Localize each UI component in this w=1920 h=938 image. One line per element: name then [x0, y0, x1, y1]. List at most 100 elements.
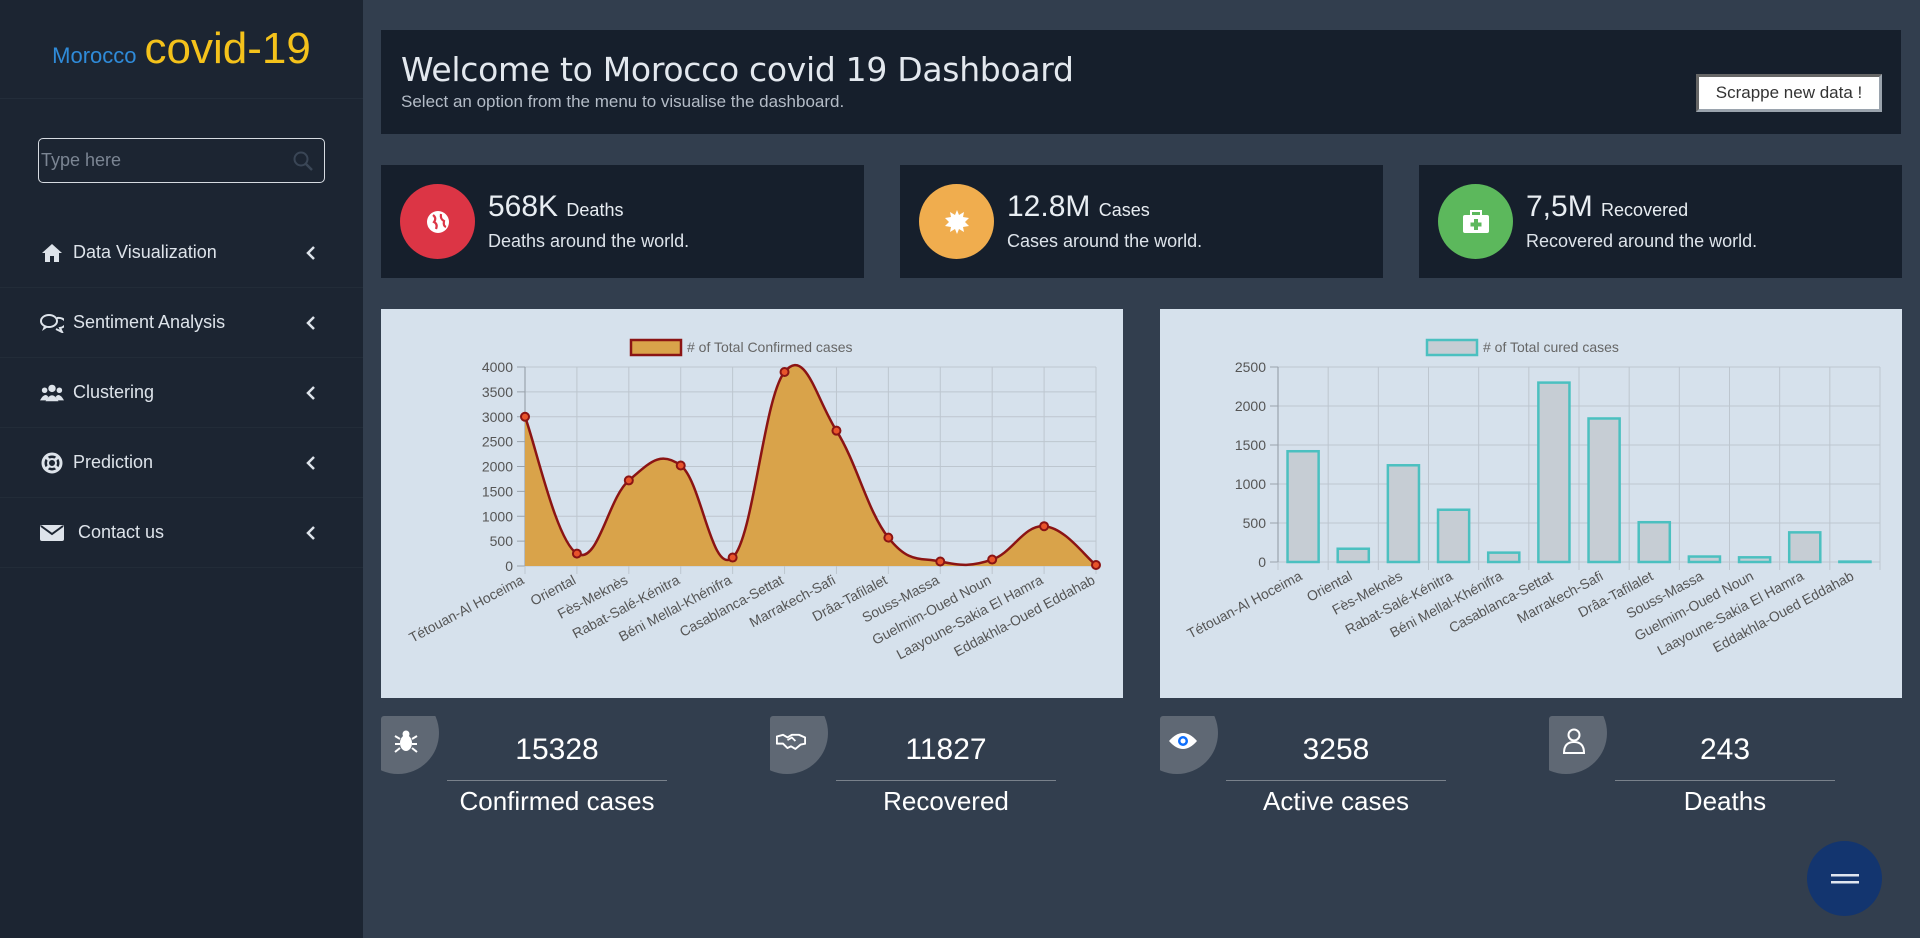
users-icon	[40, 382, 64, 404]
stat-value: 12.8M Cases	[1007, 190, 1150, 223]
y-tick-label: 2000	[482, 459, 513, 475]
stat-description: Recovered around the world.	[1526, 231, 1758, 251]
stat-deaths: 568K Deaths Deaths around the world.	[381, 165, 864, 278]
chevron-left-icon	[306, 386, 315, 400]
data-point[interactable]	[1039, 521, 1050, 532]
stat-description: Cases around the world.	[1007, 231, 1203, 251]
card-divider	[447, 780, 667, 781]
bar[interactable]	[1386, 464, 1421, 564]
sidebar-item-prediction[interactable]: Prediction	[0, 428, 363, 498]
card-recovered: 11827 Recovered	[770, 716, 1122, 863]
data-point[interactable]	[571, 548, 582, 559]
card-label: Recovered	[883, 786, 1009, 816]
sidebar: Morocco covid-19 Data Visualization Sent…	[0, 0, 363, 938]
sidebar-item-contact-us[interactable]: Contact us	[0, 498, 363, 568]
sidebar-item-label: Contact us	[78, 522, 165, 542]
bar[interactable]	[1587, 417, 1621, 564]
card-number: 3258	[1302, 733, 1370, 766]
sidebar-item-label: Prediction	[73, 452, 154, 472]
card-label: Confirmed cases	[459, 786, 655, 816]
area-fill	[525, 365, 1096, 566]
y-tick-label: 1000	[1235, 476, 1266, 492]
stat-description: Deaths around the world.	[488, 231, 690, 251]
data-point[interactable]	[831, 425, 842, 436]
chevron-left-icon	[306, 526, 315, 540]
menu-icon	[1830, 873, 1859, 883]
legend-swatch[interactable]	[629, 338, 683, 357]
brand-country: Morocco	[52, 43, 137, 68]
card-active-cases: 3258 Active cases	[1160, 716, 1512, 863]
y-tick-label: 2000	[1235, 398, 1266, 414]
search-input[interactable]	[39, 150, 279, 171]
stat-value: 568K Deaths	[488, 190, 624, 223]
confirmed-cases-svg: # of Total Confirmed cases 0 500 1000 1500 20…	[406, 338, 1101, 662]
card-divider	[836, 780, 1056, 781]
sidebar-item-label: Sentiment Analysis	[73, 312, 226, 332]
y-tick-label: 500	[490, 533, 514, 549]
data-point[interactable]	[675, 460, 686, 471]
data-point[interactable]	[727, 552, 738, 563]
bar[interactable]	[1286, 449, 1320, 564]
cured-cases-svg: # of Total cured cases 0 500 1000 1500 2000 25…	[1184, 338, 1881, 658]
card-divider	[1615, 780, 1835, 781]
bar[interactable]	[1436, 508, 1471, 564]
chevron-left-icon	[306, 316, 315, 330]
bar[interactable]	[1537, 381, 1571, 564]
data-point[interactable]	[935, 556, 946, 567]
sidebar-item-label: Data Visualization	[73, 242, 217, 262]
sidebar-item-sentiment-analysis[interactable]: Sentiment Analysis	[0, 288, 363, 358]
data-point[interactable]	[623, 475, 634, 486]
sidebar-item-data-visualization[interactable]: Data Visualization	[0, 218, 363, 288]
card-label: Active cases	[1263, 786, 1409, 816]
data-point[interactable]	[779, 366, 790, 377]
card-divider	[1226, 780, 1446, 781]
x-tick-label: Tétouan-Al Hoceima	[406, 571, 526, 645]
y-tick-label: 3500	[482, 384, 513, 400]
data-point[interactable]	[1091, 560, 1101, 571]
welcome-header: Welcome to Morocco covid 19 Dashboard Se…	[381, 30, 1901, 134]
chat-icon	[40, 312, 64, 334]
lifebuoy-icon	[40, 452, 64, 474]
chevron-left-icon	[306, 246, 315, 260]
home-icon	[40, 242, 64, 264]
bar[interactable]	[1737, 556, 1772, 564]
y-tick-label: 4000	[482, 359, 513, 375]
card-label: Deaths	[1683, 786, 1767, 816]
legend-label: # of Total Confirmed cases	[687, 339, 853, 355]
data-point[interactable]	[520, 411, 530, 422]
brand-logo[interactable]: Morocco covid-19	[0, 0, 363, 99]
data-point[interactable]	[883, 532, 894, 543]
chevron-left-icon	[306, 456, 315, 470]
bar[interactable]	[1687, 555, 1722, 564]
medkit-icon	[1438, 184, 1513, 259]
bar[interactable]	[1336, 547, 1371, 564]
y-tick-label: 0	[505, 558, 513, 574]
bar[interactable]	[1486, 551, 1521, 564]
y-tick-label: 1500	[482, 483, 513, 499]
legend-swatch[interactable]	[1425, 338, 1479, 357]
sidebar-item-clustering[interactable]: Clustering	[0, 358, 363, 428]
y-tick-label: 1000	[482, 508, 513, 524]
card-confirmed-cases: 15328 Confirmed cases	[381, 716, 733, 863]
search-icon[interactable]	[292, 150, 314, 172]
cured-cases-chart: # of Total cured cases 0 500 1000 1500 2000 25…	[1160, 309, 1902, 698]
y-tick-label: 2500	[482, 434, 513, 450]
page-subtitle: Select an option from the menu to visual…	[401, 92, 845, 111]
card-number: 243	[1699, 733, 1751, 766]
bar[interactable]	[1787, 531, 1822, 564]
data-point[interactable]	[987, 554, 998, 565]
legend-label: # of Total cured cases	[1483, 339, 1619, 355]
search-box	[38, 138, 325, 183]
sidebar-item-label: Clustering	[73, 382, 155, 402]
brand-title: covid-19	[144, 24, 311, 73]
card-number: 15328	[515, 733, 599, 766]
scrape-data-button[interactable]: Scrappe new data !	[1696, 74, 1882, 112]
menu-fab-button[interactable]	[1807, 841, 1882, 916]
bar[interactable]	[1637, 520, 1672, 564]
x-tick-label: Tétouan-Al Hoceima	[1184, 567, 1304, 641]
y-tick-label: 2500	[1235, 359, 1266, 375]
stat-value: 7,5M Recovered	[1526, 190, 1689, 223]
virus-icon	[919, 184, 994, 259]
sidebar-nav: Data Visualization Sentiment Analysis Cl…	[0, 218, 363, 568]
stat-recovered: 7,5M Recovered Recovered around the worl…	[1419, 165, 1902, 278]
